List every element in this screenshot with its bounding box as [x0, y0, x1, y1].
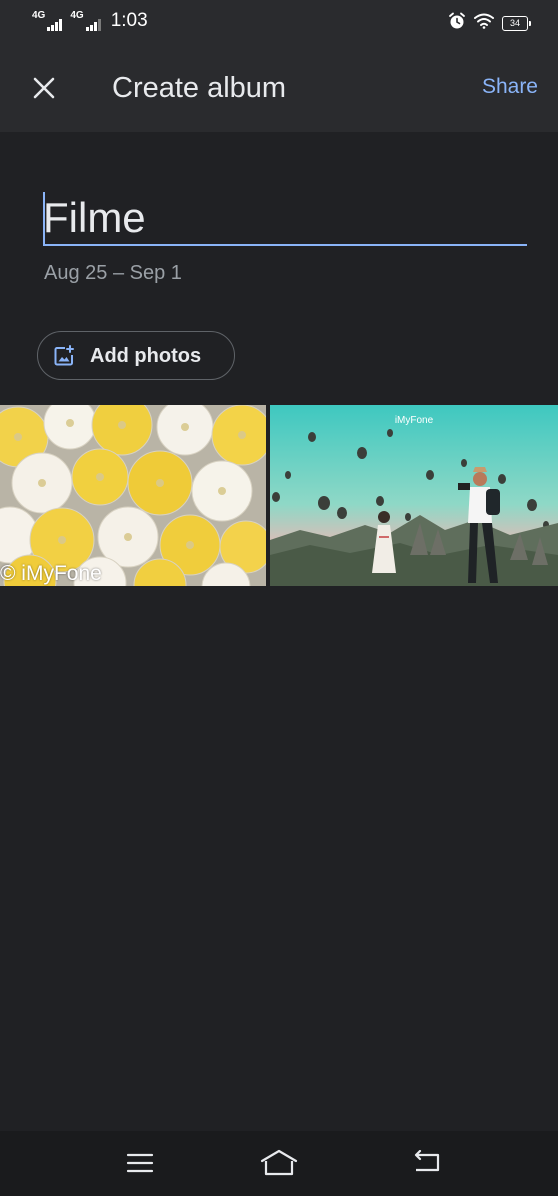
status-right: 34 [448, 12, 531, 35]
signal-1: 4G [32, 10, 63, 31]
alarm-icon [448, 12, 466, 35]
add-photos-label: Add photos [90, 345, 202, 367]
status-left: 4G 4G 1:03 [32, 10, 148, 32]
signal-2: 4G [70, 10, 101, 31]
back-button[interactable] [404, 1145, 448, 1181]
signal-bars-icon [85, 19, 101, 31]
add-photos-button[interactable]: Add photos [37, 331, 235, 380]
photo-watermark: iMyFone [394, 415, 434, 426]
wifi-icon [474, 13, 494, 34]
photo-thumbnail-2[interactable]: iMyFone [270, 405, 558, 586]
back-icon [414, 1150, 440, 1172]
network-type-2: 4G [70, 10, 84, 21]
close-button[interactable] [22, 66, 66, 110]
close-icon [33, 77, 55, 99]
status-time: 1:03 [110, 10, 148, 31]
album-title-input[interactable]: Filme [43, 192, 146, 244]
page-title: Create album [112, 72, 287, 104]
signal-bars-icon [47, 19, 63, 31]
menu-icon [126, 1153, 154, 1173]
screen: 4G 4G 1:03 34 Create album Share Filme A… [0, 0, 558, 1196]
battery-icon: 34 [502, 16, 531, 31]
menu-button[interactable] [118, 1145, 162, 1181]
share-button[interactable]: Share [482, 72, 538, 102]
add-photo-icon [52, 344, 76, 368]
text-cursor [43, 192, 45, 244]
album-date-range: Aug 25 – Sep 1 [44, 262, 182, 284]
photo-thumbnail-1[interactable]: © iMyFone [0, 405, 266, 586]
app-bar: Create album Share [0, 44, 558, 132]
network-type-1: 4G [32, 10, 46, 21]
home-button[interactable] [257, 1145, 301, 1181]
photo-watermark: © iMyFone [0, 562, 102, 585]
hot-air-balloons-image [270, 405, 558, 586]
home-icon [260, 1149, 298, 1176]
album-title-field[interactable]: Filme [43, 190, 527, 246]
status-bar: 4G 4G 1:03 34 [0, 0, 558, 44]
system-nav-bar [0, 1131, 558, 1196]
paper-fans-image [0, 405, 266, 586]
